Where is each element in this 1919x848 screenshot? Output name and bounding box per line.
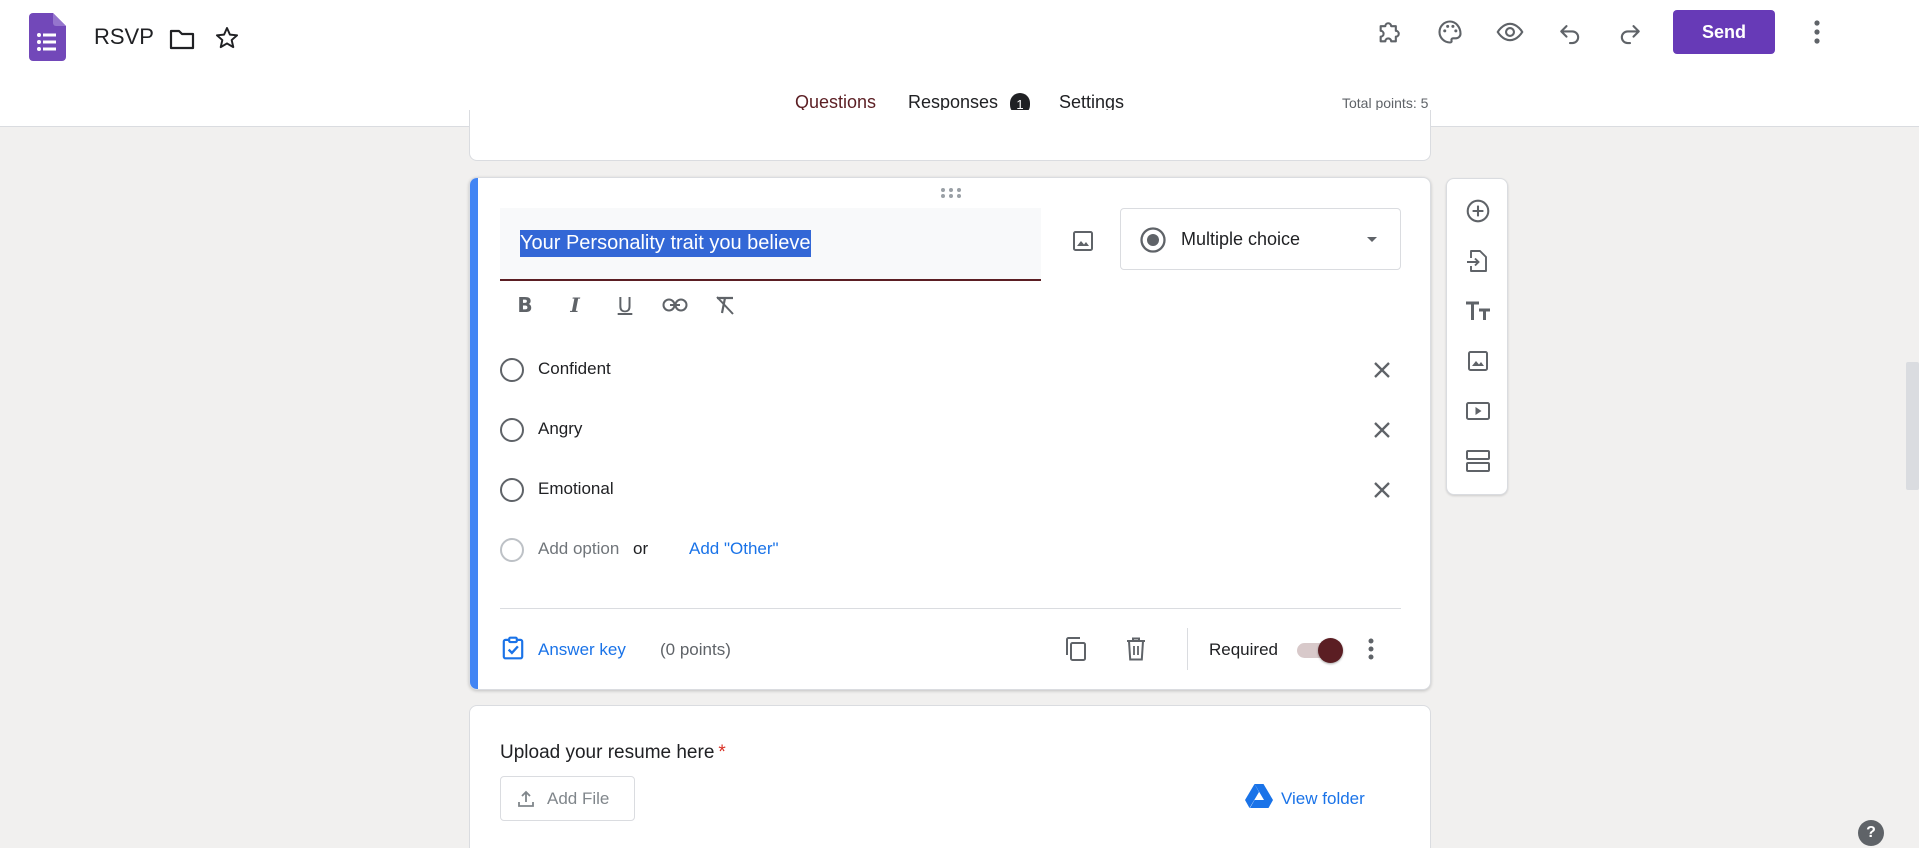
answer-key-label: Answer key xyxy=(538,640,626,659)
option-row[interactable]: Angry xyxy=(500,410,1400,450)
add-image-icon[interactable] xyxy=(1064,222,1102,260)
help-button[interactable]: ? xyxy=(1858,820,1884,846)
radio-circle-icon xyxy=(500,358,524,382)
previous-question-card[interactable] xyxy=(469,110,1431,161)
answer-key-button[interactable]: Answer key xyxy=(500,633,626,667)
italic-icon[interactable]: I xyxy=(558,288,592,322)
preview-eye-icon[interactable] xyxy=(1494,16,1526,48)
add-image-icon[interactable] xyxy=(1458,341,1498,381)
toggle-knob xyxy=(1318,638,1343,663)
option-label[interactable]: Emotional xyxy=(538,479,614,499)
underline-icon[interactable]: U xyxy=(608,288,642,322)
add-file-label: Add File xyxy=(547,788,610,808)
import-questions-icon[interactable] xyxy=(1458,241,1498,281)
upload-title-text: Upload your resume here xyxy=(500,742,715,763)
radio-circle-icon xyxy=(500,538,524,562)
more-vert-icon[interactable] xyxy=(1352,630,1390,668)
redo-icon[interactable] xyxy=(1614,16,1646,48)
required-toggle[interactable] xyxy=(1295,638,1343,663)
remove-option-close-icon[interactable] xyxy=(1366,474,1398,506)
top-bar: RSVP Send Questions Responses 1 Settings… xyxy=(0,0,1919,127)
question-title-text[interactable]: Your Personality trait you believe xyxy=(520,230,811,257)
addon-puzzle-icon[interactable] xyxy=(1374,16,1406,48)
palette-icon[interactable] xyxy=(1434,16,1466,48)
radio-checked-icon xyxy=(1139,226,1167,259)
upload-icon xyxy=(517,790,535,808)
upload-question-title[interactable]: Upload your resume here * xyxy=(500,742,726,764)
drag-handle-icon[interactable] xyxy=(940,186,962,202)
folder-icon[interactable] xyxy=(166,23,198,55)
duplicate-icon[interactable] xyxy=(1057,630,1095,668)
option-label[interactable]: Confident xyxy=(538,359,611,379)
add-section-icon[interactable] xyxy=(1458,441,1498,481)
question-points: (0 points) xyxy=(660,640,731,659)
option-row[interactable]: Confident xyxy=(500,350,1400,390)
view-folder-link[interactable]: View folder xyxy=(1245,784,1365,813)
question-card[interactable]: Your Personality trait you believe Multi… xyxy=(469,177,1431,690)
star-icon[interactable] xyxy=(211,22,243,54)
required-asterisk: * xyxy=(718,742,726,763)
option-label[interactable]: Angry xyxy=(538,419,582,439)
more-vert-icon[interactable] xyxy=(1801,16,1833,48)
card-footer-divider xyxy=(500,608,1401,609)
upload-question-card[interactable]: Upload your resume here * Add File View f… xyxy=(469,705,1431,848)
add-question-icon[interactable] xyxy=(1458,191,1498,231)
chevron-down-icon xyxy=(1364,231,1380,252)
remove-option-close-icon[interactable] xyxy=(1366,414,1398,446)
remove-option-close-icon[interactable] xyxy=(1366,354,1398,386)
add-other-link[interactable]: Add "Other" xyxy=(689,539,779,559)
add-file-button[interactable]: Add File xyxy=(500,776,635,821)
document-title[interactable]: RSVP xyxy=(94,24,154,50)
question-title-field[interactable]: Your Personality trait you believe xyxy=(500,208,1041,281)
bold-icon[interactable]: B xyxy=(508,288,542,322)
forms-app-icon[interactable] xyxy=(29,13,66,61)
total-points: Total points: 5 xyxy=(1342,95,1429,111)
option-row[interactable]: Emotional xyxy=(500,470,1400,510)
clear-formatting-icon[interactable] xyxy=(708,288,742,322)
question-type-dropdown[interactable]: Multiple choice xyxy=(1120,208,1401,270)
radio-circle-icon xyxy=(500,418,524,442)
add-option-input[interactable]: Add option xyxy=(538,539,619,559)
add-option-row: Add option or Add "Other" xyxy=(500,530,1400,570)
floating-toolbar xyxy=(1446,178,1508,495)
add-video-icon[interactable] xyxy=(1458,391,1498,431)
radio-circle-icon xyxy=(500,478,524,502)
question-type-label: Multiple choice xyxy=(1181,229,1301,249)
answer-key-icon xyxy=(500,635,526,666)
undo-icon[interactable] xyxy=(1554,16,1586,48)
active-card-accent xyxy=(470,178,478,689)
view-folder-label: View folder xyxy=(1281,788,1365,808)
google-drive-icon xyxy=(1245,784,1273,813)
add-title-icon[interactable] xyxy=(1458,291,1498,331)
send-button[interactable]: Send xyxy=(1673,10,1775,54)
or-text: or xyxy=(633,539,649,558)
footer-vertical-divider xyxy=(1187,628,1188,670)
link-icon[interactable] xyxy=(658,288,692,322)
required-label: Required xyxy=(1209,640,1278,659)
delete-trash-icon[interactable] xyxy=(1117,630,1155,668)
page-scrollbar[interactable] xyxy=(1906,362,1919,490)
